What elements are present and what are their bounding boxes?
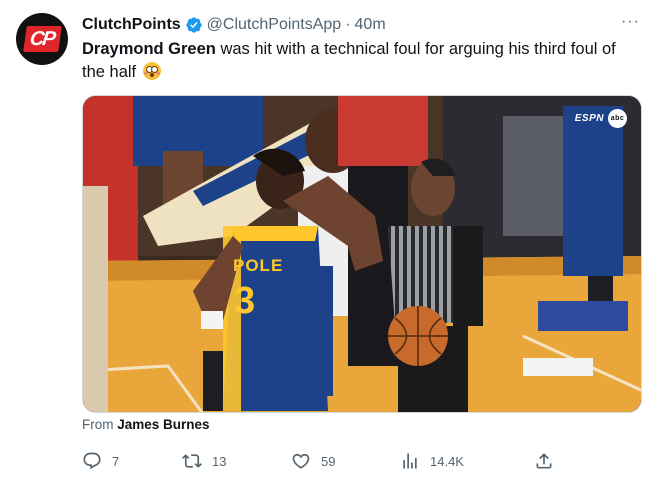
verified-badge-icon (185, 17, 202, 33)
attribution-name[interactable]: James Burnes (117, 417, 209, 432)
attribution-prefix: From (82, 417, 114, 432)
share-icon (536, 453, 552, 469)
reply-icon (83, 452, 101, 470)
reply-button[interactable]: 7 (82, 449, 119, 473)
like-count: 59 (321, 453, 336, 469)
tweet-card[interactable]: CP ClutchPoints @ClutchPointsApp · 40m ·… (0, 0, 660, 488)
action-bar: 7 13 59 14.4K (82, 449, 557, 473)
retweet-button[interactable]: 13 (182, 449, 226, 473)
like-button[interactable]: 59 (291, 449, 335, 473)
abc-logo: abc (608, 109, 627, 128)
tweet-photo[interactable]: POLE 3 ESPN abc (82, 95, 642, 413)
clutchpoints-logo: CP (22, 26, 62, 52)
retweet-count: 13 (212, 453, 227, 469)
mention-name: Draymond Green (82, 40, 216, 58)
views-button[interactable]: 14.4K (400, 449, 464, 473)
jersey-number: 3 (234, 280, 256, 322)
reply-count: 7 (112, 453, 120, 469)
handle[interactable]: @ClutchPointsApp (207, 16, 342, 34)
display-name[interactable]: ClutchPoints (82, 16, 181, 34)
tweet-header: ClutchPoints @ClutchPointsApp · 40m (82, 14, 636, 36)
heart-icon (292, 453, 310, 469)
media-attribution: From James Burnes (82, 417, 210, 432)
share-button[interactable] (534, 449, 554, 473)
network-logo: ESPN abc (575, 109, 627, 128)
jersey-name: POLE (233, 256, 284, 275)
timestamp[interactable]: 40m (355, 16, 386, 34)
retweet-icon (182, 454, 202, 468)
espn-logo: ESPN (574, 113, 604, 124)
views-count: 14.4K (430, 453, 464, 469)
separator-dot: · (345, 16, 351, 33)
more-options-icon[interactable]: ··· (621, 13, 640, 31)
flushed-face-emoji-icon (142, 62, 161, 80)
tweet-text: Draymond Green was hit with a technical … (82, 38, 642, 84)
avatar[interactable]: CP (16, 13, 68, 65)
analytics-icon (403, 453, 417, 469)
basketball-scene (83, 96, 641, 412)
